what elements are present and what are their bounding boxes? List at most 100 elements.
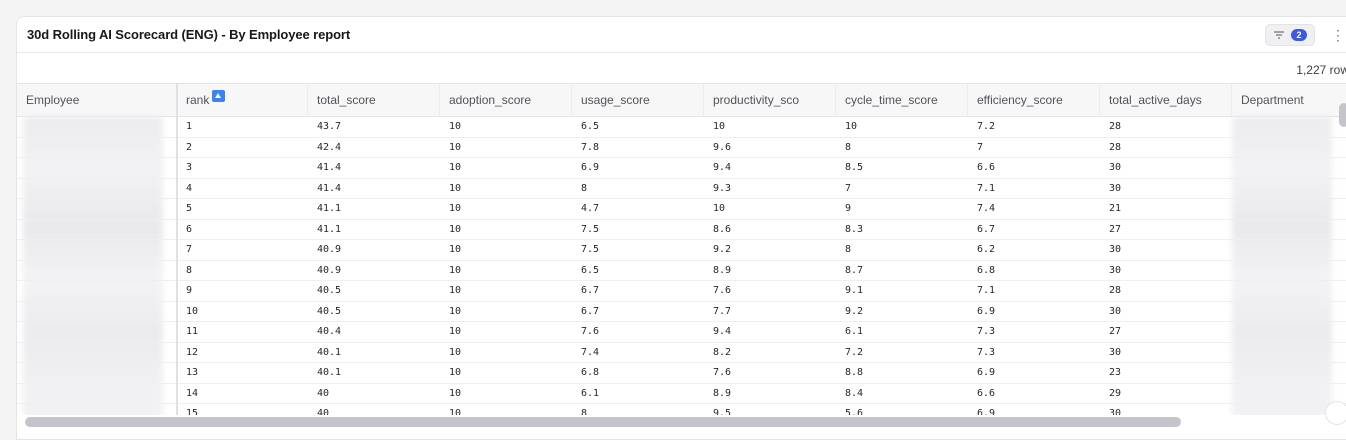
column-header-usage-score[interactable]: usage_score xyxy=(572,84,704,117)
cell-adoption-score: 10 xyxy=(449,141,462,153)
report-card: 30d Rolling AI Scorecard (ENG) - By Empl… xyxy=(16,16,1346,440)
cell-efficiency-score: 7.3 xyxy=(977,346,996,358)
data-table: Employee rank total_score adoption_score… xyxy=(17,83,1346,415)
cell-adoption-score: 10 xyxy=(449,182,462,194)
cell-adoption-score: 10 xyxy=(449,408,462,415)
cell-productivity-score: 9.3 xyxy=(713,182,732,194)
cell-rank: 8 xyxy=(186,264,193,276)
scroll-corner xyxy=(1325,401,1346,425)
cell-total-active-days: 30 xyxy=(1109,346,1122,358)
table-row[interactable]: 9 40.5 10 6.7 7.6 9.1 7.1 28 xyxy=(17,281,1346,302)
cell-adoption-score: 10 xyxy=(449,305,462,317)
cell-total-score: 43.7 xyxy=(317,121,342,132)
column-header-productivity-score[interactable]: productivity_sco xyxy=(704,84,836,117)
cell-usage-score: 4.7 xyxy=(581,203,600,214)
cell-productivity-score: 9.6 xyxy=(713,141,732,153)
cell-total-active-days: 30 xyxy=(1109,408,1122,415)
horizontal-scrollbar-thumb[interactable] xyxy=(25,417,1181,427)
cell-productivity-score: 9.4 xyxy=(713,326,732,337)
column-header-total-score[interactable]: total_score xyxy=(308,84,440,117)
cell-efficiency-score: 7.3 xyxy=(977,326,996,337)
table-row[interactable]: 7 40.9 10 7.5 9.2 8 6.2 30 xyxy=(17,240,1346,261)
cell-total-score: 40.1 xyxy=(317,346,342,358)
cell-cycle-time-score: 6.1 xyxy=(845,326,864,337)
cell-productivity-score: 9.5 xyxy=(713,408,732,415)
cell-adoption-score: 10 xyxy=(449,387,462,399)
horizontal-scrollbar-track[interactable] xyxy=(25,417,1335,427)
column-header-adoption-score[interactable]: adoption_score xyxy=(440,84,572,117)
cell-total-active-days: 30 xyxy=(1109,182,1122,194)
cell-usage-score: 6.5 xyxy=(581,121,600,132)
cell-cycle-time-score: 5.6 xyxy=(845,408,864,415)
table-row[interactable]: 5 41.1 10 4.7 10 9 7.4 21 xyxy=(17,199,1346,220)
cell-cycle-time-score: 9.2 xyxy=(845,305,864,317)
cell-total-active-days: 30 xyxy=(1109,244,1122,255)
cell-rank: 11 xyxy=(186,326,199,337)
cell-total-active-days: 27 xyxy=(1109,326,1122,337)
cell-total-score: 40.9 xyxy=(317,264,342,276)
table-row[interactable]: 14 40 10 6.1 8.9 8.4 6.6 29 xyxy=(17,384,1346,404)
table-row[interactable]: 10 40.5 10 6.7 7.7 9.2 6.9 30 xyxy=(17,302,1346,322)
cell-cycle-time-score: 9.1 xyxy=(845,285,864,296)
cell-total-score: 41.1 xyxy=(317,223,342,235)
table-row[interactable]: 3 41.4 10 6.9 9.4 8.5 6.6 30 xyxy=(17,158,1346,179)
column-header-department[interactable]: Department xyxy=(1232,84,1334,117)
cell-cycle-time-score: 8 xyxy=(845,141,852,153)
cell-productivity-score: 7.6 xyxy=(713,367,732,378)
cell-total-active-days: 28 xyxy=(1109,121,1122,132)
cell-rank: 5 xyxy=(186,203,193,214)
cell-rank: 9 xyxy=(186,285,193,296)
cell-adoption-score: 10 xyxy=(449,264,462,276)
cell-efficiency-score: 6.9 xyxy=(977,408,996,415)
table-row[interactable]: 13 40.1 10 6.8 7.6 8.8 6.9 23 xyxy=(17,363,1346,384)
filter-icon xyxy=(1274,31,1284,39)
table-row[interactable]: 8 40.9 10 6.5 8.9 8.7 6.8 30 xyxy=(17,261,1346,281)
cell-efficiency-score: 6.2 xyxy=(977,244,996,255)
cell-productivity-score: 7.6 xyxy=(713,285,732,296)
cell-productivity-score: 10 xyxy=(713,121,726,132)
sort-ascending-icon[interactable] xyxy=(212,90,226,102)
cell-usage-score: 7.6 xyxy=(581,326,600,337)
cell-usage-score: 6.9 xyxy=(581,162,600,173)
table-header: Employee rank total_score adoption_score… xyxy=(17,83,1346,117)
table-row[interactable]: 15 40 10 8 9.5 5.6 6.9 30 xyxy=(17,404,1346,415)
cell-efficiency-score: 6.7 xyxy=(977,223,996,235)
cell-rank: 13 xyxy=(186,367,199,378)
cell-cycle-time-score: 7.2 xyxy=(845,346,864,358)
table-row[interactable]: 11 40.4 10 7.6 9.4 6.1 7.3 27 xyxy=(17,322,1346,343)
cell-rank: 14 xyxy=(186,387,199,399)
cell-adoption-score: 10 xyxy=(449,121,462,132)
column-header-efficiency-score[interactable]: efficiency_score xyxy=(968,84,1100,117)
cell-productivity-score: 8.9 xyxy=(713,264,732,276)
table-row[interactable]: 1 43.7 10 6.5 10 10 7.2 28 xyxy=(17,117,1346,138)
cell-productivity-score: 10 xyxy=(713,203,726,214)
table-row[interactable]: 2 42.4 10 7.8 9.6 8 7 28 xyxy=(17,138,1346,158)
cell-rank: 7 xyxy=(186,244,193,255)
row-count: 1,227 rows xyxy=(1296,63,1346,77)
column-header-total-active-days[interactable]: total_active_days xyxy=(1100,84,1232,117)
cell-adoption-score: 10 xyxy=(449,326,462,337)
table-row[interactable]: 4 41.4 10 8 9.3 7 7.1 30 xyxy=(17,179,1346,199)
column-header-rank[interactable]: rank xyxy=(177,84,308,117)
cell-usage-score: 6.7 xyxy=(581,285,600,296)
table-row[interactable]: 6 41.1 10 7.5 8.6 8.3 6.7 27 xyxy=(17,220,1346,240)
vertical-scrollbar[interactable] xyxy=(1339,103,1346,127)
cell-efficiency-score: 7.2 xyxy=(977,121,996,132)
more-options-icon[interactable]: ⋮ xyxy=(1331,24,1345,46)
cell-rank: 4 xyxy=(186,182,193,194)
cell-total-score: 40.9 xyxy=(317,244,342,255)
cell-rank: 12 xyxy=(186,346,199,358)
cell-total-active-days: 30 xyxy=(1109,162,1122,173)
cell-total-score: 40.5 xyxy=(317,305,342,317)
filter-button[interactable]: 2 xyxy=(1265,24,1315,46)
cell-usage-score: 7.5 xyxy=(581,244,600,255)
cell-cycle-time-score: 8.8 xyxy=(845,367,864,378)
column-header-cycle-time-score[interactable]: cycle_time_score xyxy=(836,84,968,117)
column-header-employee[interactable]: Employee xyxy=(17,84,177,117)
table-row[interactable]: 12 40.1 10 7.4 8.2 7.2 7.3 30 xyxy=(17,343,1346,363)
cell-total-active-days: 28 xyxy=(1109,141,1122,153)
cell-productivity-score: 8.2 xyxy=(713,346,732,358)
cell-rank: 6 xyxy=(186,223,193,235)
cell-total-score: 40 xyxy=(317,387,330,399)
cell-adoption-score: 10 xyxy=(449,285,462,296)
